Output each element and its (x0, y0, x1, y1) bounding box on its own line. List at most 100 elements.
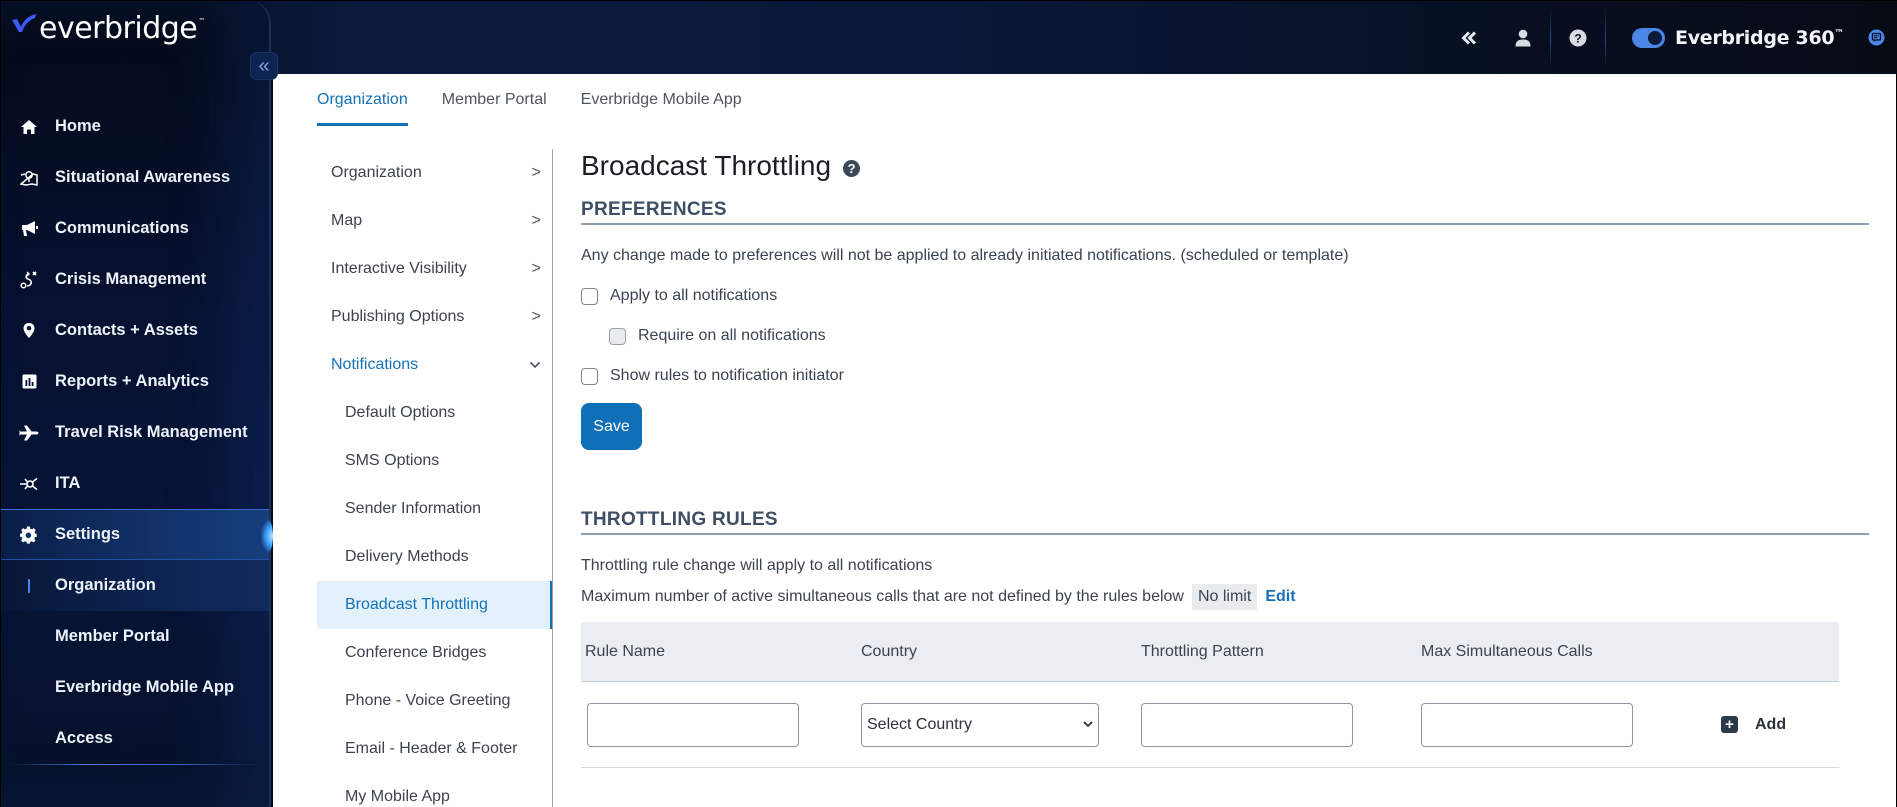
sidebar: everbridge ™ Home Situational Awareness … (1, 1, 273, 807)
rule-name-cell (581, 702, 861, 747)
sidebar-divider (9, 764, 259, 765)
sidebar-item-label: Reports + Analytics (55, 372, 209, 390)
menu-item-organization[interactable]: Organization > (317, 149, 553, 197)
add-rule-button[interactable]: + Add (1721, 716, 1839, 734)
column-header-rule-name: Rule Name (585, 642, 666, 660)
save-button[interactable]: Save (581, 403, 642, 450)
menu-subitem-my-mobile-app[interactable]: My Mobile App (317, 773, 553, 807)
require-all-option: Require on all notifications (609, 327, 1869, 345)
sidebar-item-home[interactable]: Home (1, 101, 269, 152)
sidebar-item-reports-analytics[interactable]: Reports + Analytics (1, 356, 269, 407)
menu-divider (552, 149, 553, 807)
menu-subitem-sender-information[interactable]: Sender Information (317, 485, 553, 533)
rule-name-input[interactable] (587, 702, 799, 747)
menu-subitem-email-header-footer[interactable]: Email - Header & Footer (317, 725, 553, 773)
column-header-max-simultaneous-calls: Max Simultaneous Calls (1421, 642, 1593, 660)
menu-subitem-delivery-methods[interactable]: Delivery Methods (317, 533, 553, 581)
sidebar-item-crisis-management[interactable]: Crisis Management (1, 254, 269, 305)
sidebar-item-label: Communications (55, 219, 189, 237)
max-calls-value: No limit (1191, 584, 1258, 610)
throttling-pattern-input[interactable] (1141, 702, 1353, 747)
menu-subitem-sms-options[interactable]: SMS Options (317, 437, 553, 485)
settings-tabs: Organization Member Portal Everbridge Mo… (317, 74, 776, 126)
preferences-heading: PREFERENCES (581, 199, 1869, 225)
throttling-rules-note: Throttling rule change will apply to all… (581, 557, 933, 574)
country-select-value: Select Country (867, 715, 972, 733)
sidebar-item-travel-risk-management[interactable]: Travel Risk Management (1, 407, 269, 458)
menu-item-label: Publishing Options (331, 308, 465, 325)
logo-mark-icon (12, 14, 36, 32)
menu-subitem-conference-bridges[interactable]: Conference Bridges (317, 629, 553, 677)
menu-item-map[interactable]: Map > (317, 197, 553, 245)
chevron-down-icon (529, 361, 541, 369)
checkbox-label: Show rules to notification initiator (610, 367, 844, 384)
sidebar-item-communications[interactable]: Communications (1, 203, 269, 254)
menu-item-notifications[interactable]: Notifications (317, 341, 553, 389)
user-profile-button[interactable] (1496, 1, 1550, 74)
tab-member-portal[interactable]: Member Portal (442, 74, 547, 126)
sidebar-item-contacts-assets[interactable]: Contacts + Assets (1, 305, 269, 356)
throttling-rules-table: Rule Name Country Throttling Pattern Max… (581, 622, 1839, 768)
chevron-down-icon (1083, 721, 1093, 728)
everbridge-logo[interactable]: everbridge ™ (11, 11, 205, 46)
top-actions: ? Everbridge 360™ (1442, 1, 1896, 74)
country-select[interactable]: Select Country (861, 702, 1099, 747)
apply-all-option: Apply to all notifications (581, 287, 1869, 305)
edit-max-calls-link[interactable]: Edit (1265, 588, 1295, 606)
tab-organization[interactable]: Organization (317, 74, 408, 126)
sidebar-subitem-label: Access (55, 729, 113, 747)
sidebar-subitem-label: Organization (55, 576, 156, 594)
actions-cell: + Add (1701, 716, 1839, 734)
checkbox-label: Require on all notifications (638, 327, 826, 344)
menu-item-interactive-visibility[interactable]: Interactive Visibility > (317, 245, 553, 293)
max-calls-row: Maximum number of active simultaneous ca… (581, 584, 1869, 610)
chat-icon (1868, 29, 1884, 46)
menu-subitem-broadcast-throttling[interactable]: Broadcast Throttling (317, 581, 553, 629)
country-cell: Select Country (861, 702, 1141, 747)
throttling-pattern-cell (1141, 702, 1421, 747)
sidebar-subitem-organization[interactable]: Organization (1, 560, 269, 611)
sidebar-subitem-member-portal[interactable]: Member Portal (1, 611, 269, 662)
help-button[interactable]: ? (1551, 1, 1605, 74)
sidebar-subitem-everbridge-mobile-app[interactable]: Everbridge Mobile App (1, 662, 269, 713)
chevron-right-icon: > (531, 212, 541, 229)
chevron-right-icon: > (531, 308, 541, 325)
max-calls-input[interactable] (1421, 702, 1633, 747)
main-content: Organization Member Portal Everbridge Mo… (273, 74, 1896, 807)
product-label: Everbridge 360™ (1675, 26, 1844, 49)
page-title: Broadcast Throttling ? (581, 149, 1869, 183)
sidebar-item-label: Travel Risk Management (55, 423, 248, 441)
sidebar-item-label: Settings (55, 525, 121, 543)
sidebar-item-settings[interactable]: Settings (1, 509, 273, 560)
show-rules-checkbox[interactable] (581, 367, 598, 385)
megaphone-icon (18, 220, 40, 237)
toggle-switch[interactable] (1632, 27, 1666, 48)
collapse-sidebar-button[interactable]: « (250, 52, 278, 80)
add-label: Add (1755, 715, 1787, 733)
sidebar-subitem-label: Member Portal (55, 627, 170, 645)
route-icon (18, 270, 40, 289)
apply-all-checkbox[interactable] (581, 287, 598, 305)
everbridge-360-switch[interactable]: Everbridge 360™ (1606, 27, 1856, 49)
require-all-checkbox[interactable] (609, 327, 626, 345)
collapse-all-button[interactable] (1442, 1, 1496, 74)
bar-chart-icon (18, 374, 40, 389)
sidebar-item-ita[interactable]: ITA (1, 458, 269, 509)
max-calls-cell (1421, 702, 1701, 747)
sidebar-nav: Home Situational Awareness Communication… (1, 101, 273, 765)
help-icon[interactable]: ? (843, 159, 861, 177)
sidebar-item-label: Home (55, 117, 101, 135)
menu-item-publishing-options[interactable]: Publishing Options > (317, 293, 553, 341)
new-rule-row: Select Country + Add (581, 682, 1839, 768)
menu-subitem-phone-voice-greeting[interactable]: Phone - Voice Greeting (317, 677, 553, 725)
menu-item-label: Map (331, 212, 363, 229)
sidebar-subitem-label: Everbridge Mobile App (55, 678, 235, 696)
menu-subitem-default-options[interactable]: Default Options (317, 389, 553, 437)
sidebar-item-situational-awareness[interactable]: Situational Awareness (1, 152, 269, 203)
menu-item-label: Interactive Visibility (331, 260, 467, 277)
tab-everbridge-mobile-app[interactable]: Everbridge Mobile App (581, 74, 742, 126)
plus-square-icon: + (1721, 716, 1738, 733)
sidebar-subitem-access[interactable]: Access (1, 713, 269, 764)
chat-button[interactable] (1856, 29, 1896, 46)
preferences-note: Any change made to preferences will not … (581, 247, 1349, 264)
